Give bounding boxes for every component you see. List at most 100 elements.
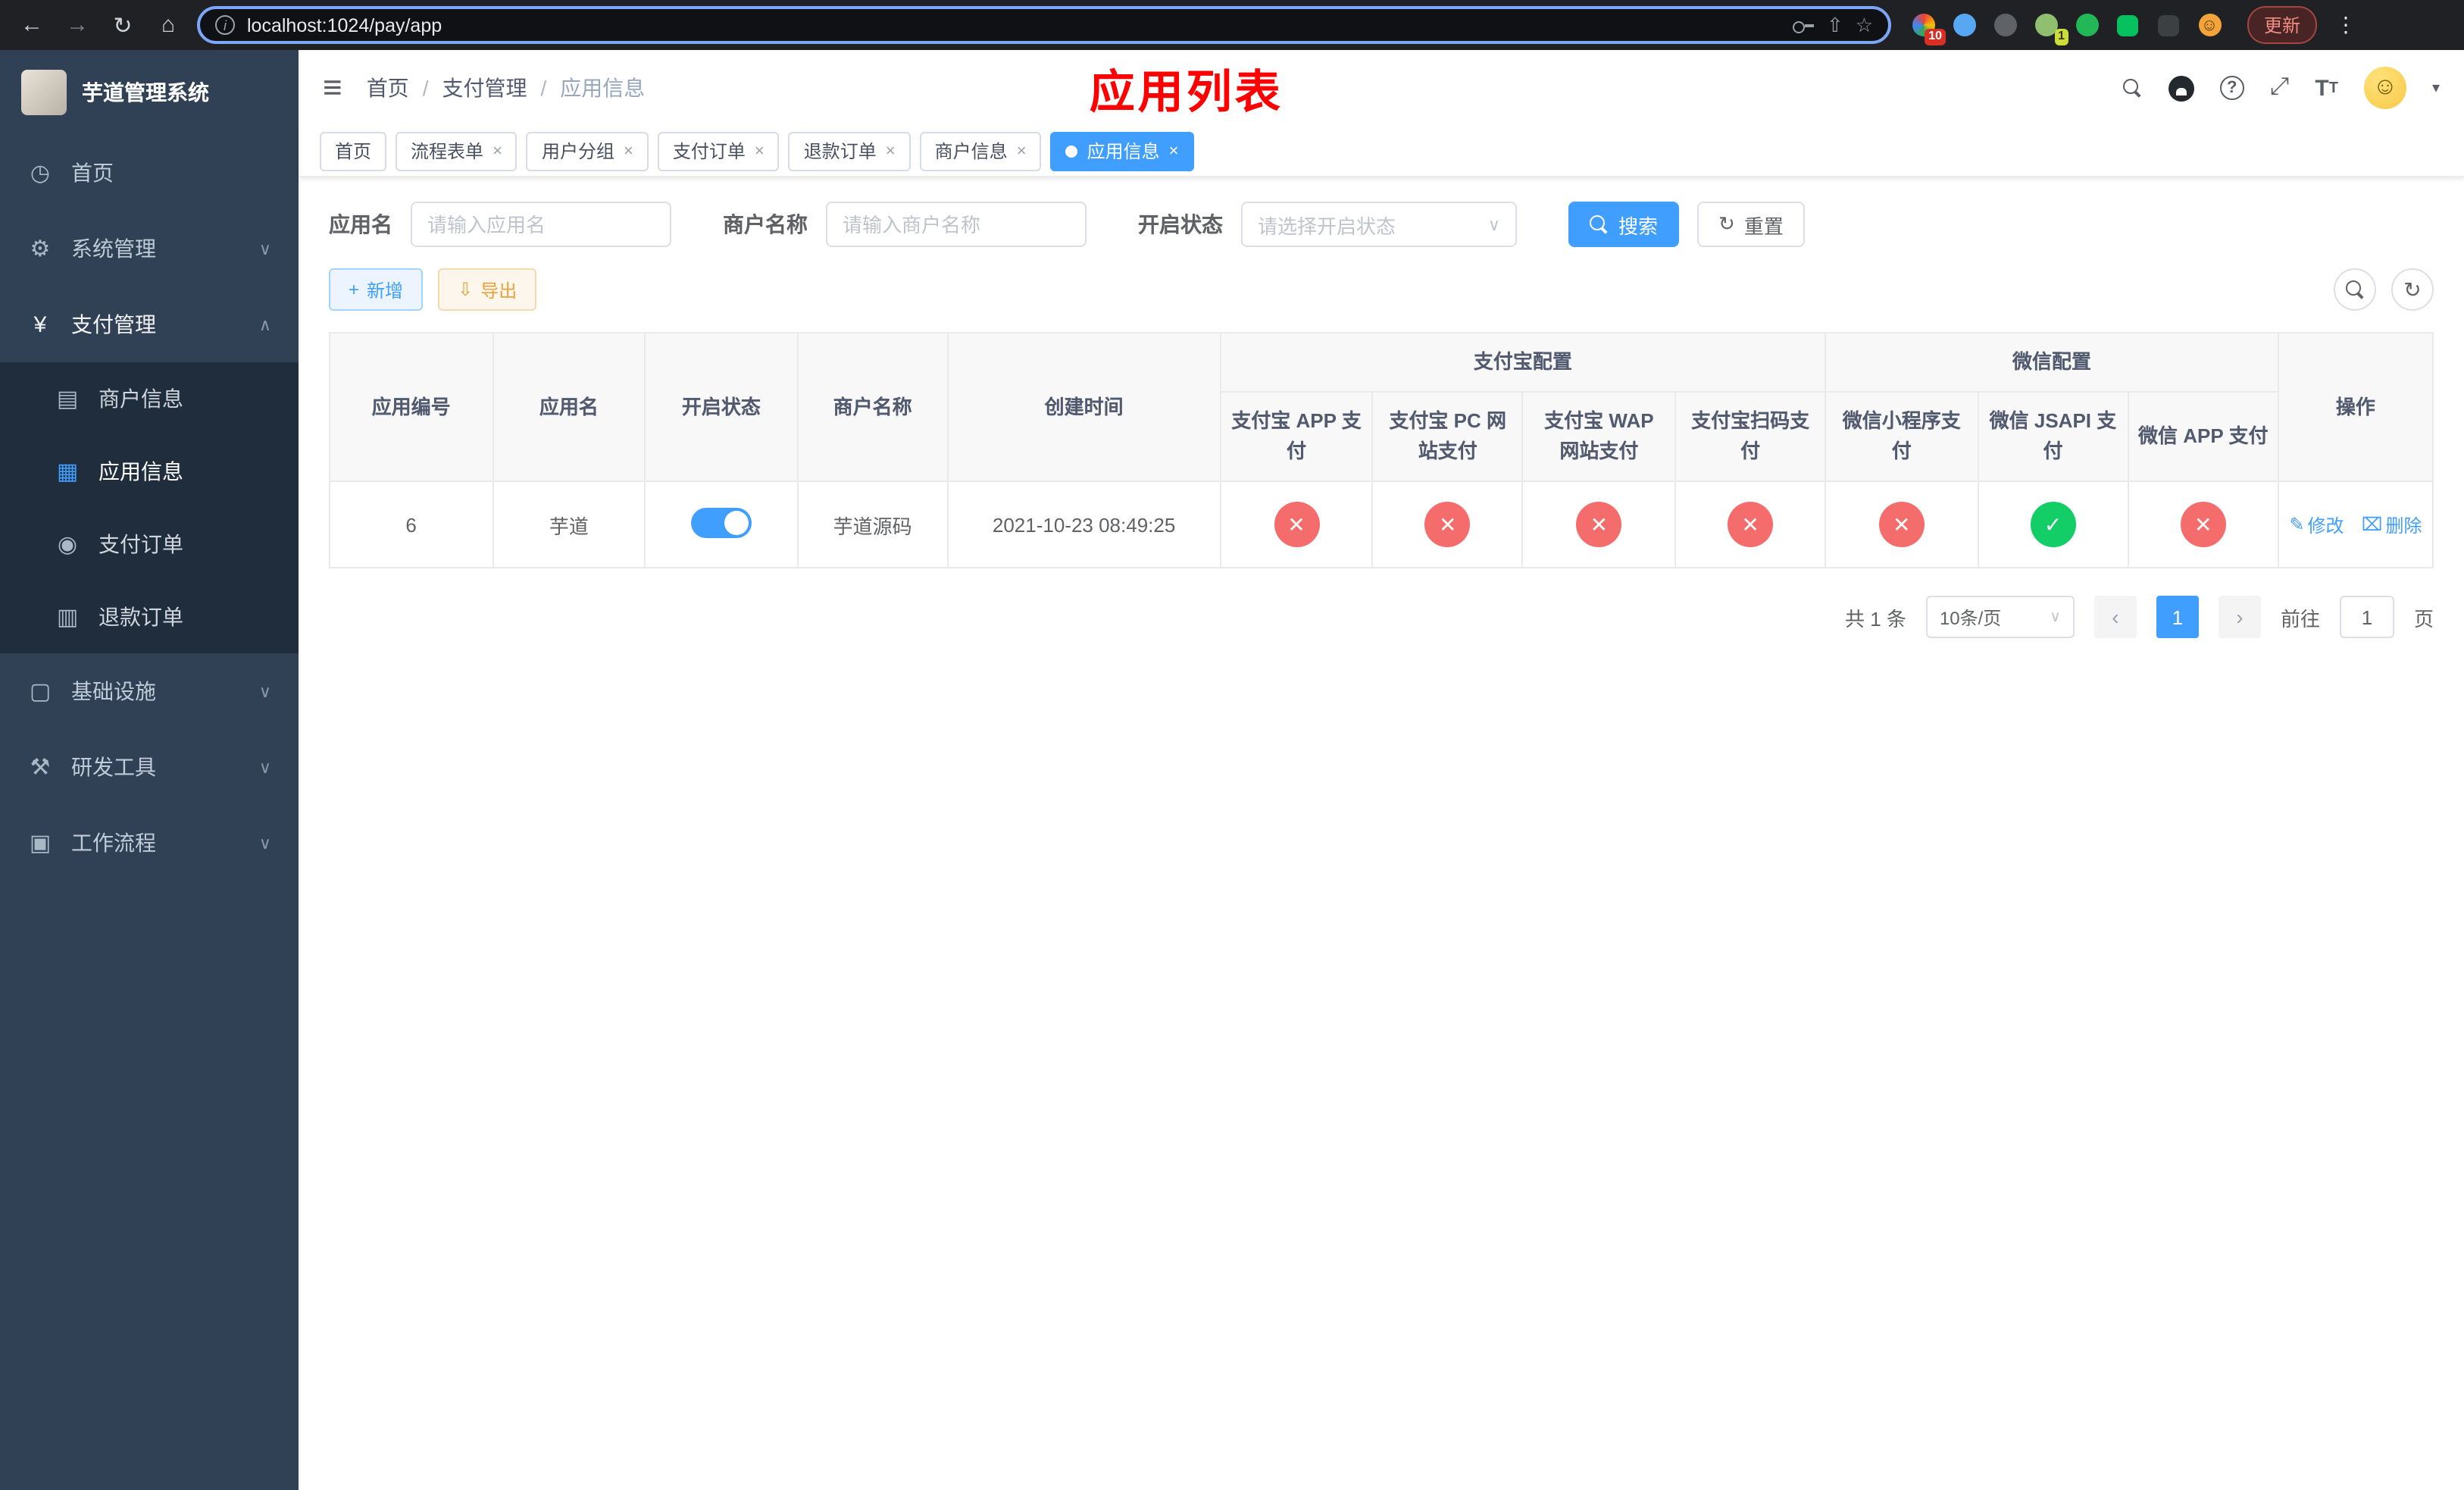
goto-page-input[interactable] [2339,596,2394,639]
extension-gray-icon[interactable] [1991,11,2018,39]
app-name-input[interactable] [411,202,671,247]
cell-actions: ✎ 修改 ⌧ 删除 [2277,480,2434,569]
cell-status [644,480,799,569]
cell-alipay-pc [1371,480,1524,569]
page-size-select[interactable]: 10条/页 ∨ [1925,596,2075,639]
extension-badge: 10 [1925,28,1946,45]
tab-process-form[interactable]: 流程表单 × [396,131,518,171]
tab-merchant-info[interactable]: 商户信息 × [919,131,1042,171]
refresh-table-button[interactable]: ↻ [2391,268,2434,311]
close-icon[interactable]: × [1017,142,1027,160]
tab-home[interactable]: 首页 [320,131,387,171]
forward-icon[interactable]: → [61,8,94,42]
sidebar-collapse-icon[interactable]: ≡ [323,70,342,105]
sidebar-item-dev-tools[interactable]: ⚒ 研发工具 ∨ [0,729,299,805]
tools-icon: ⚒ [30,755,51,781]
refresh-icon: ↻ [2403,277,2422,301]
extensions-puzzle-icon[interactable] [2155,11,2182,39]
next-page-button[interactable]: › [2218,596,2261,639]
browser-menu-icon[interactable]: ⋮ [2335,12,2356,38]
cell-alipay-app [1219,480,1374,569]
chrome-update-button[interactable]: 更新 [2247,6,2318,44]
sidebar-item-refund-order[interactable]: ▥ 退款订单 [0,581,299,653]
sidebar-item-system[interactable]: ⚙ 系统管理 ∨ [0,211,299,286]
extension-colorful-icon[interactable]: 10 [1909,11,1946,45]
page-info-icon[interactable]: i [215,15,235,35]
enabled-toggle[interactable] [690,507,752,538]
reset-button[interactable]: ↻ 重置 [1697,202,1805,247]
col-alipay-pc: 支付宝 PC 网站支付 [1371,391,1524,483]
fullscreen-icon[interactable]: ⤢ [2270,74,2290,102]
refresh-icon: ↻ [1718,212,1735,235]
export-button[interactable]: ⇩ 导出 [438,268,537,311]
help-icon[interactable]: ? [2219,76,2244,100]
sidebar-logo[interactable]: 芋道管理系统 [0,50,299,135]
home-icon[interactable]: ⌂ [152,8,185,42]
sidebar-item-label: 研发工具 [71,755,156,779]
github-icon[interactable] [2168,75,2194,101]
delete-icon: ⌧ [2361,514,2383,536]
app-grid-icon: ▦ [56,459,79,485]
tab-refund-order[interactable]: 退款订单 × [788,131,911,171]
sidebar-item-home[interactable]: ◷ 首页 [0,135,299,211]
reload-icon[interactable]: ↻ [106,8,139,42]
tab-user-group[interactable]: 用户分组 × [526,131,649,171]
sidebar-item-merchant-info[interactable]: ▤ 商户信息 [0,362,299,435]
gear-icon: ⚙ [30,236,51,262]
close-icon[interactable]: × [755,142,765,160]
breadcrumb-pay[interactable]: 支付管理 [442,73,527,103]
extension-blue-icon[interactable] [1950,11,1978,39]
sidebar-item-label: 首页 [71,161,114,185]
delete-link[interactable]: ⌧ 删除 [2362,512,2422,538]
page-number-1[interactable]: 1 [2156,596,2199,639]
top-navbar: ≡ 首页 / 支付管理 / 应用信息 应用列表 ? ⤢ TT ☺ ▾ [299,50,2464,126]
extension-green-circle-icon[interactable] [2073,11,2100,39]
edit-link[interactable]: ✎ 修改 [2289,512,2344,538]
status-select[interactable]: 请选择开启状态 ∨ [1241,202,1517,247]
profile-face-glyph: ☺ [2198,14,2221,36]
extension-avatar-icon[interactable]: 1 [2032,11,2068,45]
sidebar-item-workflow[interactable]: ▣ 工作流程 ∨ [0,805,299,881]
dashboard-icon: ◷ [30,161,51,186]
group-alipay-config: 支付宝配置 [1219,331,1827,393]
col-alipay-wap: 支付宝 WAP 网站支付 [1521,391,1676,483]
screen: ← → ↻ ⌂ i localhost:1024/pay/app ⇧ ☆ 10 [0,0,2464,1490]
share-icon[interactable]: ⇧ [1827,13,1843,37]
tab-pay-order[interactable]: 支付订单 × [657,131,780,171]
show-search-button[interactable] [2334,268,2376,311]
sidebar-item-app-info[interactable]: ▦ 应用信息 [0,435,299,508]
alipay-pc-status-icon [1424,502,1471,548]
address-bar[interactable]: i localhost:1024/pay/app ⇧ ☆ [197,6,1891,44]
sidebar-item-pay-order[interactable]: ◉ 支付订单 [0,508,299,581]
prev-page-button[interactable]: ‹ [2093,596,2137,639]
chevron-down-icon: ∨ [2050,609,2061,626]
tab-app-info[interactable]: 应用信息 × [1050,131,1194,171]
search-button[interactable]: 搜索 [1568,202,1680,247]
yen-icon: ¥ [33,311,47,337]
back-icon[interactable]: ← [15,8,48,42]
extension-wechat-devtools-icon[interactable] [2114,11,2141,39]
close-icon[interactable]: × [624,142,633,160]
user-avatar[interactable]: ☺ [2363,67,2406,109]
breadcrumb-home[interactable]: 首页 [367,73,409,103]
password-key-icon[interactable] [1793,17,1815,33]
url-text: localhost:1024/pay/app [247,14,442,36]
close-icon[interactable]: × [886,142,896,160]
search-icon[interactable] [2122,78,2143,98]
pagination: 共 1 条 10条/页 ∨ ‹ 1 › 前往 页 [329,596,2434,639]
close-icon[interactable]: × [492,142,502,160]
profile-avatar-icon[interactable]: ☺ [2196,11,2223,39]
sidebar-item-payment[interactable]: ¥ 支付管理 ∧ [0,286,299,362]
close-icon[interactable]: × [1169,142,1179,160]
search-icon [1590,214,1609,234]
add-button[interactable]: + 新增 [329,268,424,311]
avatar-caret-icon[interactable]: ▾ [2432,80,2440,96]
bookmark-star-icon[interactable]: ☆ [1856,13,1873,37]
col-status: 开启状态 [644,331,799,483]
status-label: 开启状态 [1138,212,1223,236]
font-size-icon[interactable]: TT [2315,75,2338,101]
breadcrumb-separator: / [540,76,547,100]
filter-form: 应用名 商户名称 开启状态 请选择开启状态 ∨ 搜索 [329,202,2434,247]
sidebar-item-infrastructure[interactable]: ▢ 基础设施 ∨ [0,653,299,729]
merchant-name-input[interactable] [826,202,1087,247]
